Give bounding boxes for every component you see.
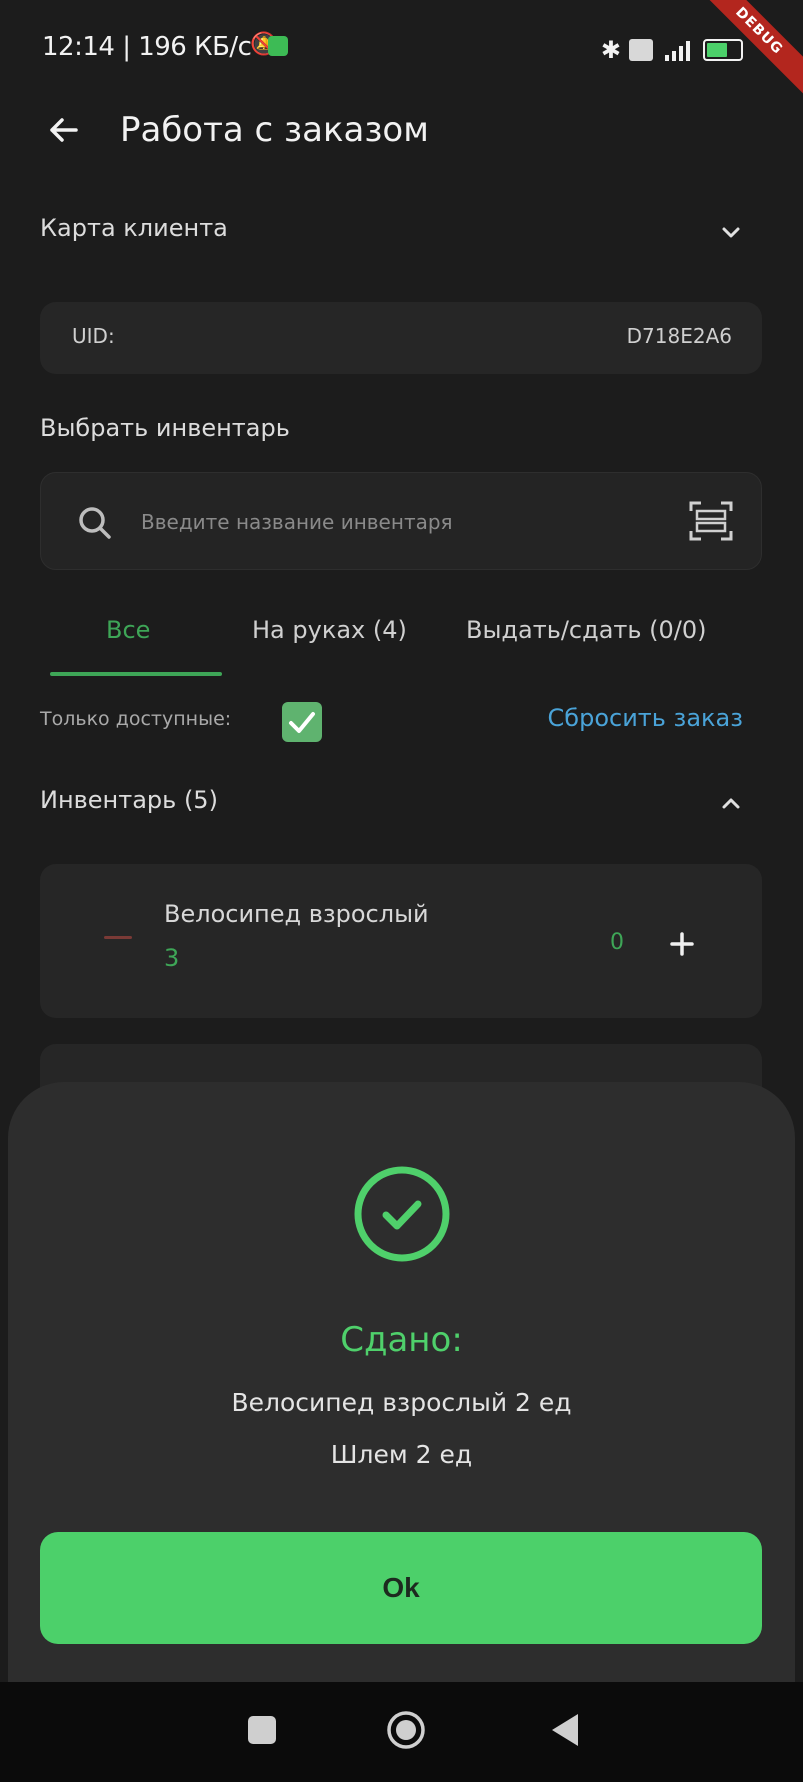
minus-button[interactable] [104, 936, 132, 939]
result-title: Сдано: [340, 1320, 463, 1360]
reset-order-link[interactable]: Сбросить заказ [548, 704, 743, 732]
select-inventory-label: Выбрать инвентарь [40, 414, 290, 442]
arrow-left-icon[interactable] [42, 108, 86, 152]
client-uid-row: UID: D718E2A6 [40, 302, 762, 374]
nav-back-icon[interactable] [548, 1712, 582, 1748]
ok-button[interactable]: Ok [40, 1532, 762, 1644]
home-icon[interactable] [384, 1708, 428, 1752]
uid-value: D718E2A6 [626, 324, 732, 348]
page-title: Работа с заказом [120, 110, 429, 150]
tab-issue-return[interactable]: Выдать/сдать (0/0) [466, 616, 707, 644]
inventory-search-input[interactable] [141, 497, 621, 547]
inventory-item-card: Велосипед взрослый 3 0 [40, 864, 762, 1018]
inventory-item-available: 3 [164, 944, 180, 972]
client-card-label: Карта клиента [40, 214, 228, 242]
signal-icon [661, 39, 695, 61]
result-bottom-sheet: Сдано: Велосипед взрослый 2 ед Шлем 2 ед… [8, 1082, 795, 1682]
uid-label: UID: [72, 324, 115, 348]
tab-indicator [50, 672, 222, 676]
app-notification-icon [268, 36, 288, 56]
check-circle-icon [354, 1166, 450, 1262]
inventory-search-box [40, 472, 762, 570]
result-line: Велосипед взрослый 2 ед [231, 1388, 572, 1417]
checkmark-icon [289, 712, 315, 733]
chevron-up-icon[interactable] [716, 788, 746, 818]
inventory-item-name: Велосипед взрослый [164, 900, 429, 928]
sim-icon [629, 39, 653, 61]
inventory-header: Инвентарь (5) [40, 786, 218, 814]
status-time: 12:14 | 196 КБ/с [42, 32, 252, 62]
only-available-label: Только доступные: [40, 708, 232, 730]
recent-apps-icon[interactable] [248, 1716, 276, 1744]
tab-all[interactable]: Все [106, 616, 150, 644]
chevron-down-icon[interactable] [716, 218, 746, 248]
inventory-item-count: 0 [610, 930, 624, 955]
app-screen: 12:14 | 196 КБ/с 🔕 ✱ DEBUG Работа с зака… [0, 0, 803, 1782]
result-line: Шлем 2 ед [330, 1440, 473, 1469]
tab-on-hand[interactable]: На руках (4) [252, 616, 407, 644]
plus-button[interactable] [660, 922, 704, 966]
status-icons: ✱ [601, 36, 743, 64]
battery-icon [703, 39, 743, 61]
only-available-checkbox[interactable] [282, 702, 322, 742]
status-bar: 12:14 | 196 КБ/с 🔕 ✱ DEBUG [0, 0, 803, 104]
search-icon [79, 507, 111, 539]
system-nav-bar [0, 1682, 803, 1782]
barcode-scan-icon[interactable] [687, 497, 735, 545]
app-bar: Работа с заказом [0, 100, 803, 172]
bluetooth-icon: ✱ [600, 36, 621, 64]
